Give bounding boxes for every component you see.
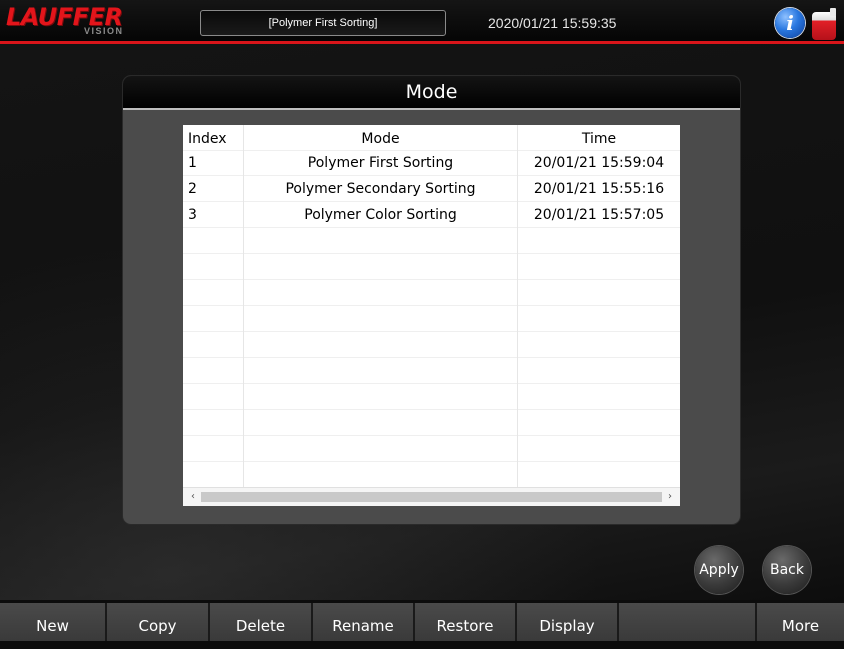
row-index: 2 xyxy=(183,176,244,202)
new-button[interactable]: New xyxy=(0,603,107,641)
empty-row xyxy=(183,280,680,306)
row-time: 20/01/21 15:57:05 xyxy=(533,207,665,223)
datetime-display: 2020/01/21 15:59:35 xyxy=(488,15,617,31)
row-mode: Polymer First Sorting xyxy=(244,150,518,176)
mode-table: Index Mode Time 1 Polymer First Sorting … xyxy=(183,125,680,506)
exit-icon[interactable] xyxy=(812,8,836,40)
column-header-mode[interactable]: Mode xyxy=(244,125,518,151)
empty-row xyxy=(183,410,680,436)
scroll-left-icon[interactable]: ‹ xyxy=(185,488,201,506)
exit-icon-cap xyxy=(830,8,836,16)
empty-row xyxy=(183,306,680,332)
logo-subtext: VISION xyxy=(84,26,124,36)
more-button[interactable]: More xyxy=(757,603,844,641)
rename-button[interactable]: Rename xyxy=(313,603,415,641)
lauffer-vision-logo: LAUFFER VISION xyxy=(6,4,136,40)
apply-button[interactable]: Apply xyxy=(695,546,743,594)
back-button[interactable]: Back xyxy=(763,546,811,594)
delete-button[interactable]: Delete xyxy=(210,603,313,641)
info-icon[interactable]: i xyxy=(775,8,805,38)
mode-dialog: Mode Index Mode Time 1 Polymer First Sor… xyxy=(123,76,740,524)
horizontal-scrollbar[interactable]: ‹ › xyxy=(183,487,680,506)
row-time: 20/01/21 15:59:04 xyxy=(533,155,665,171)
copy-button[interactable]: Copy xyxy=(107,603,210,641)
exit-icon-body xyxy=(812,12,836,40)
scrollbar-thumb[interactable] xyxy=(201,492,662,502)
empty-row xyxy=(183,332,680,358)
table-header-row: Index Mode Time xyxy=(183,125,680,151)
table-row[interactable]: 1 Polymer First Sorting 20/01/21 15:59:0… xyxy=(183,150,680,176)
row-time: 20/01/21 15:55:16 xyxy=(533,181,665,197)
dialog-title: Mode xyxy=(123,76,740,110)
bottom-toolbar: New Copy Delete Rename Restore Display M… xyxy=(0,603,844,641)
column-header-time[interactable]: Time xyxy=(518,125,680,151)
empty-row xyxy=(183,358,680,384)
current-mode-display: [Polymer First Sorting] xyxy=(200,10,446,36)
empty-row xyxy=(183,436,680,462)
top-bar: LAUFFER VISION [Polymer First Sorting] 2… xyxy=(0,0,844,44)
display-button[interactable]: Display xyxy=(517,603,619,641)
scroll-right-icon[interactable]: › xyxy=(662,488,678,506)
restore-button[interactable]: Restore xyxy=(415,603,517,641)
empty-row xyxy=(183,228,680,254)
table-row[interactable]: 3 Polymer Color Sorting 20/01/21 15:57:0… xyxy=(183,202,680,228)
column-header-index[interactable]: Index xyxy=(183,125,244,151)
row-mode: Polymer Secondary Sorting xyxy=(244,176,518,202)
row-index: 3 xyxy=(183,202,244,228)
empty-row xyxy=(183,254,680,280)
row-index: 1 xyxy=(183,150,244,176)
empty-row xyxy=(183,384,680,410)
empty-toolbar-slot xyxy=(619,603,757,641)
row-mode: Polymer Color Sorting xyxy=(244,202,518,228)
table-row[interactable]: 2 Polymer Secondary Sorting 20/01/21 15:… xyxy=(183,176,680,202)
empty-row xyxy=(183,462,680,488)
